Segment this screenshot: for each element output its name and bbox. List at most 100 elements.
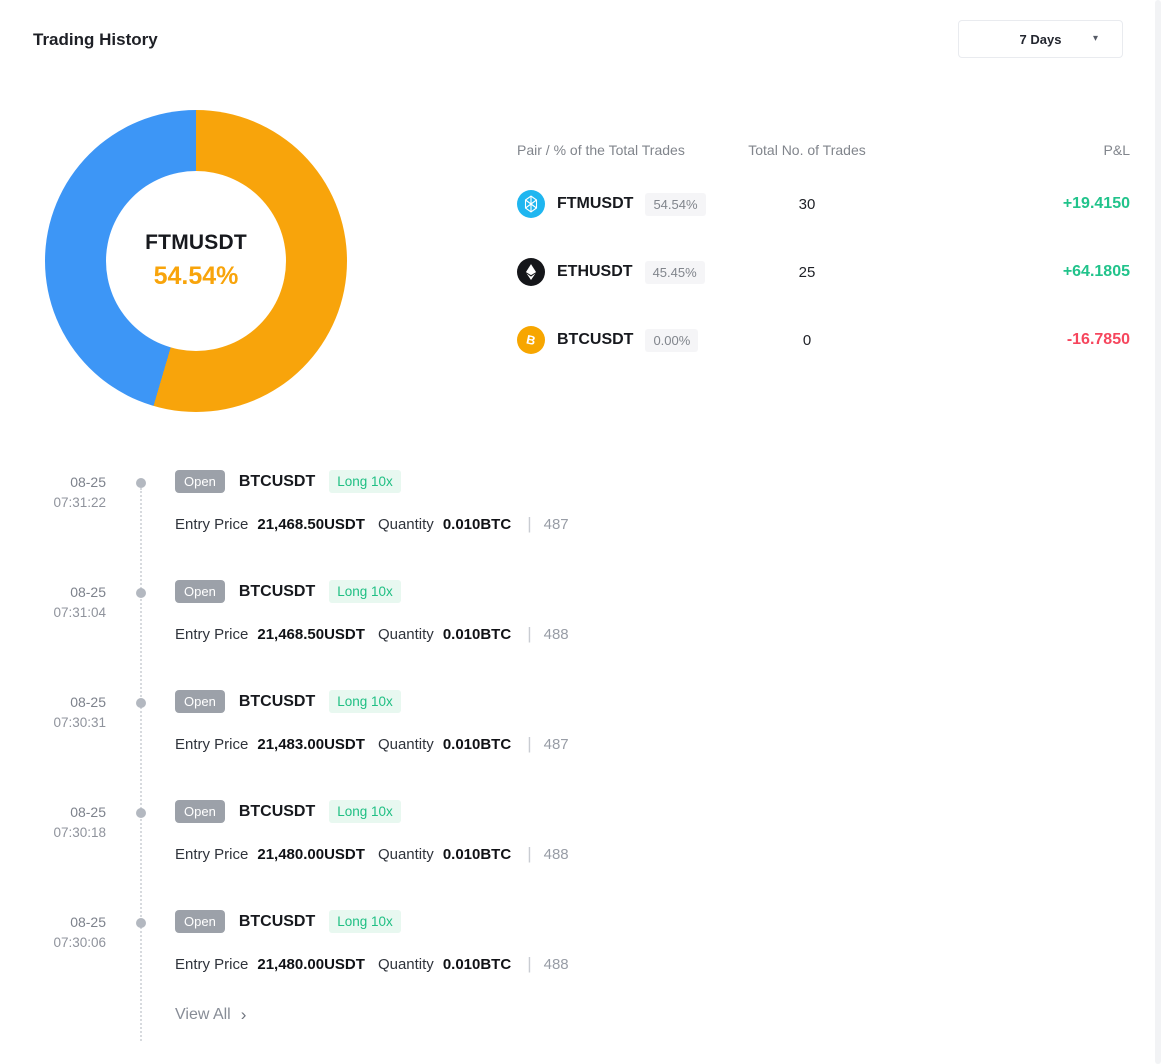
entry-price-label: Entry Price [175, 736, 248, 753]
table-row: ETHUSDT 45.45% 25 +64.1805 [517, 256, 1130, 288]
pair-name: FTMUSDT [557, 195, 633, 213]
view-all-link[interactable]: View All › [175, 1005, 246, 1025]
side-leverage-badge: Long 10x [329, 690, 401, 713]
entry-price-value: 21,480.00USDT [257, 846, 365, 863]
pairs-summary-table: Pair / % of the Total Trades Total No. o… [517, 142, 1130, 392]
entry-price-label: Entry Price [175, 516, 248, 533]
pairs-table-body: FTMUSDT 54.54% 30 +19.4150 ETHUSDT 45.45… [517, 188, 1130, 356]
trade-entry: 08-25 07:31:22 Open BTCUSDT Long 10x Ent… [0, 462, 1130, 572]
view-all-label: View All [175, 1006, 231, 1024]
pnl-value: -16.7850 [882, 331, 1130, 349]
status-badge: Open [175, 690, 225, 713]
trade-date: 08-25 [0, 474, 106, 490]
trade-entry: 08-25 07:31:04 Open BTCUSDT Long 10x Ent… [0, 572, 1130, 682]
donut-center-pair: FTMUSDT [145, 231, 247, 255]
donut-ring: FTMUSDT 54.54% [45, 110, 347, 412]
trade-date: 08-25 [0, 804, 106, 820]
timeline-dot-icon [136, 478, 146, 488]
entry-price-value: 21,468.50USDT [257, 516, 365, 533]
pair-name: ETHUSDT [557, 263, 633, 281]
pair-name: BTCUSDT [557, 331, 633, 349]
trade-date: 08-25 [0, 694, 106, 710]
side-leverage-badge: Long 10x [329, 910, 401, 933]
order-number: 487 [544, 516, 569, 533]
chevron-down-icon: ▾ [1093, 33, 1098, 44]
entry-price-label: Entry Price [175, 846, 248, 863]
quantity-label: Quantity [378, 626, 434, 643]
eth-icon [517, 258, 545, 286]
side-leverage-badge: Long 10x [329, 580, 401, 603]
status-badge: Open [175, 470, 225, 493]
side-leverage-badge: Long 10x [329, 470, 401, 493]
trade-entry: 08-25 07:30:06 Open BTCUSDT Long 10x Ent… [0, 902, 1130, 1012]
quantity-value: 0.010BTC [443, 846, 511, 863]
timeline-dot-icon [136, 918, 146, 928]
quantity-label: Quantity [378, 736, 434, 753]
trade-time: 07:30:31 [0, 715, 106, 730]
btc-icon: B [517, 326, 545, 354]
status-badge: Open [175, 800, 225, 823]
trade-date: 08-25 [0, 914, 106, 930]
entry-pair-label: BTCUSDT [239, 693, 315, 711]
page-title: Trading History [33, 30, 158, 50]
trade-time: 07:30:06 [0, 935, 106, 950]
separator: | [527, 514, 531, 534]
total-trades-value: 0 [732, 332, 882, 349]
chevron-right-icon: › [241, 1005, 247, 1025]
entry-pair-label: BTCUSDT [239, 583, 315, 601]
trade-date: 08-25 [0, 584, 106, 600]
trade-time: 07:31:04 [0, 605, 106, 620]
separator: | [527, 734, 531, 754]
pair-share-donut-chart: FTMUSDT 54.54% [45, 110, 347, 412]
quantity-value: 0.010BTC [443, 516, 511, 533]
header-pair-pct: Pair / % of the Total Trades [517, 142, 732, 158]
ftm-icon [517, 190, 545, 218]
table-row: FTMUSDT 54.54% 30 +19.4150 [517, 188, 1130, 220]
separator: | [527, 624, 531, 644]
entry-pair-label: BTCUSDT [239, 473, 315, 491]
status-badge: Open [175, 910, 225, 933]
entry-price-label: Entry Price [175, 626, 248, 643]
quantity-label: Quantity [378, 956, 434, 973]
order-number: 488 [544, 956, 569, 973]
total-trades-value: 30 [732, 196, 882, 213]
order-number: 488 [544, 846, 569, 863]
pairs-table-header: Pair / % of the Total Trades Total No. o… [517, 142, 1130, 158]
order-number: 487 [544, 736, 569, 753]
scrollbar[interactable] [1155, 0, 1161, 1064]
header-total-trades: Total No. of Trades [732, 142, 882, 158]
pair-percent-badge: 45.45% [645, 261, 705, 284]
trade-entry: 08-25 07:30:31 Open BTCUSDT Long 10x Ent… [0, 682, 1130, 792]
entry-price-label: Entry Price [175, 956, 248, 973]
pair-percent-badge: 54.54% [645, 193, 705, 216]
entry-price-value: 21,468.50USDT [257, 626, 365, 643]
trade-time: 07:30:18 [0, 825, 106, 840]
side-leverage-badge: Long 10x [329, 800, 401, 823]
period-dropdown[interactable]: 7 Days ▾ [958, 20, 1123, 58]
separator: | [527, 844, 531, 864]
order-number: 488 [544, 626, 569, 643]
timeline-dot-icon [136, 808, 146, 818]
entry-pair-label: BTCUSDT [239, 913, 315, 931]
pnl-value: +19.4150 [882, 195, 1130, 213]
donut-center: FTMUSDT 54.54% [106, 171, 286, 351]
timeline-dot-icon [136, 698, 146, 708]
quantity-value: 0.010BTC [443, 956, 511, 973]
table-row: B BTCUSDT 0.00% 0 -16.7850 [517, 324, 1130, 356]
total-trades-value: 25 [732, 264, 882, 281]
quantity-value: 0.010BTC [443, 736, 511, 753]
trade-timeline: 08-25 07:31:22 Open BTCUSDT Long 10x Ent… [0, 462, 1130, 1062]
donut-center-percent: 54.54% [154, 262, 239, 291]
period-dropdown-value: 7 Days [1020, 32, 1062, 47]
svg-text:B: B [525, 333, 537, 349]
trade-entry: 08-25 07:30:18 Open BTCUSDT Long 10x Ent… [0, 792, 1130, 902]
entry-price-value: 21,483.00USDT [257, 736, 365, 753]
entry-pair-label: BTCUSDT [239, 803, 315, 821]
separator: | [527, 954, 531, 974]
quantity-label: Quantity [378, 846, 434, 863]
entry-price-value: 21,480.00USDT [257, 956, 365, 973]
pair-percent-badge: 0.00% [645, 329, 698, 352]
timeline-dot-icon [136, 588, 146, 598]
trade-time: 07:31:22 [0, 495, 106, 510]
header-pnl: P&L [882, 142, 1130, 158]
